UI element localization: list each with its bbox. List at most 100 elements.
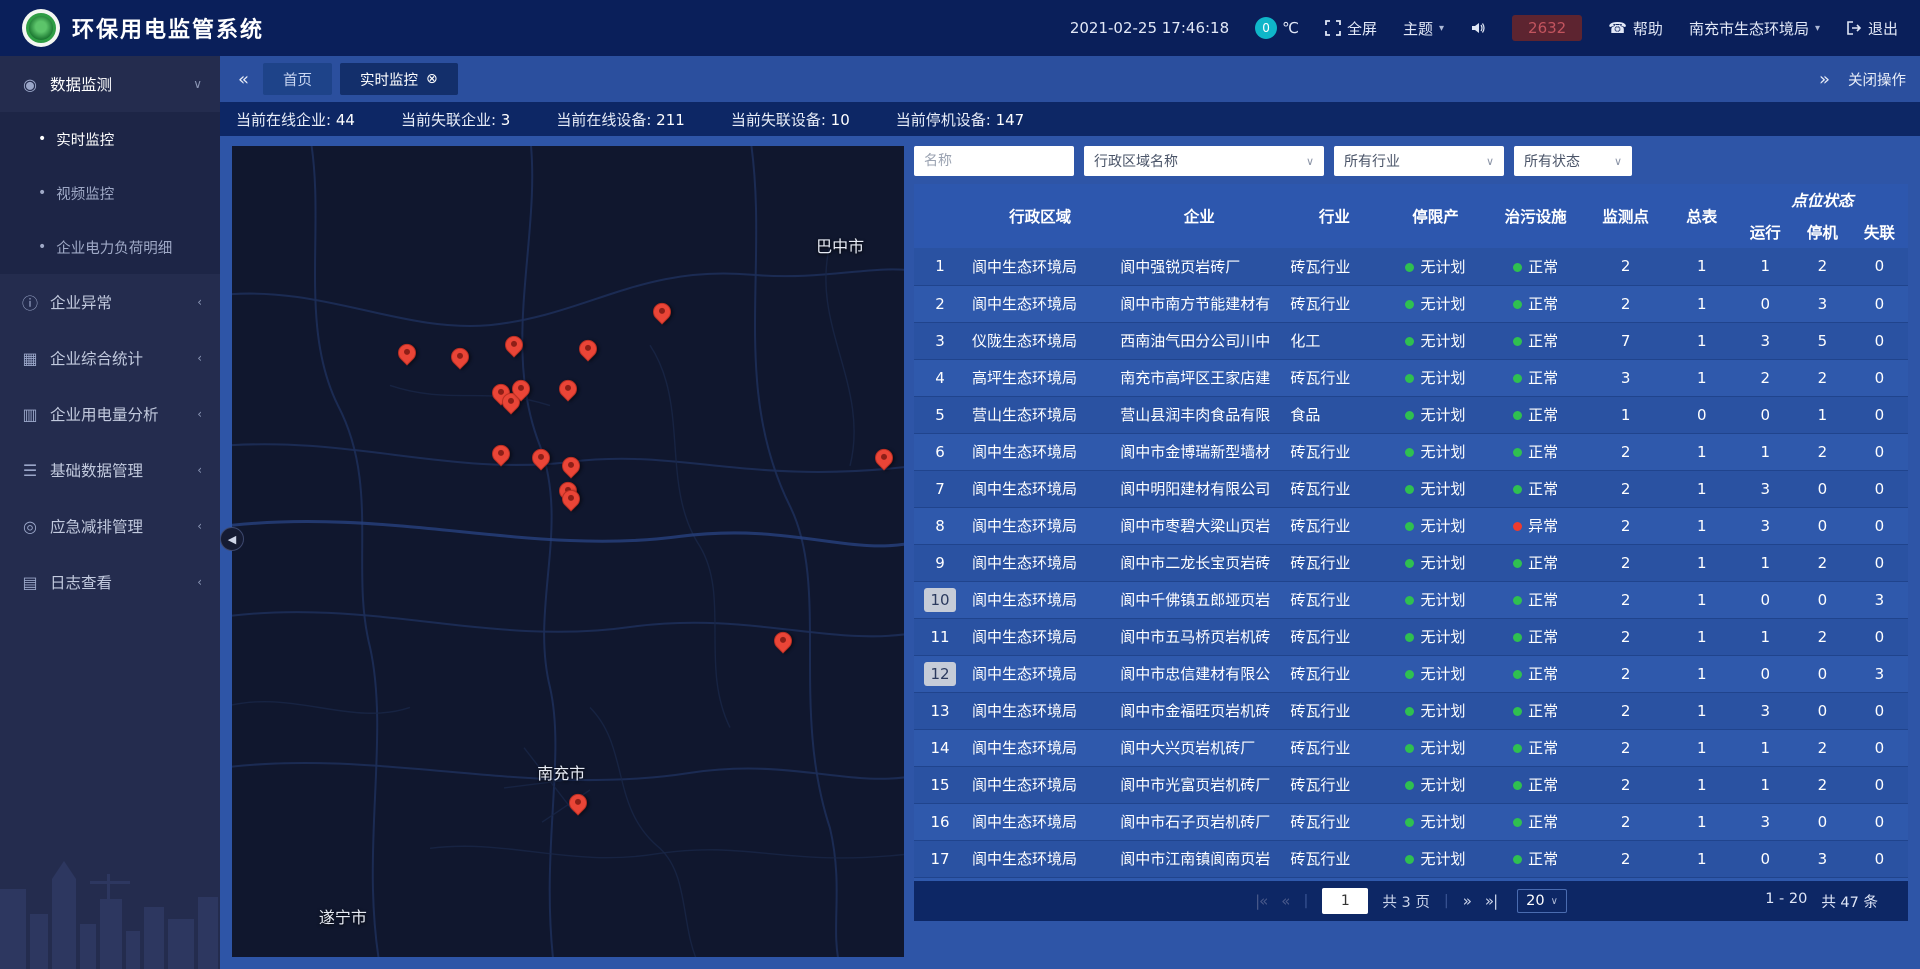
table-row[interactable]: 14阆中生态环境局阆中大兴页岩机砖厂砖瓦行业无计划正常21120	[914, 729, 1908, 766]
cell-points: 2	[1585, 729, 1667, 766]
alarm-count-badge[interactable]: 2632	[1512, 15, 1582, 41]
logout-button[interactable]: 退出	[1846, 18, 1898, 39]
sidebar-subitem[interactable]: •视频监控	[0, 166, 220, 220]
cell-lost: 0	[1851, 433, 1908, 470]
chevron-down-icon: ∨	[1306, 155, 1314, 168]
cell-run: 0	[1737, 840, 1794, 877]
sidebar-item-emergency-reduction[interactable]: ◎应急减排管理‹	[0, 498, 220, 554]
fullscreen-label: 全屏	[1347, 18, 1377, 39]
table-row[interactable]: 7阆中生态环境局阆中明阳建材有限公司砖瓦行业无计划正常21300	[914, 470, 1908, 507]
status-dot	[1405, 670, 1414, 679]
cell-facility-status: 正常	[1487, 248, 1585, 285]
table-row[interactable]: 6阆中生态环境局阆中市金博瑞新型墙材砖瓦行业无计划正常21120	[914, 433, 1908, 470]
cell-lost: 0	[1851, 322, 1908, 359]
help-button[interactable]: ☎ 帮助	[1608, 18, 1663, 39]
cell-points: 2	[1585, 692, 1667, 729]
table-row[interactable]: 4高坪生态环境局南充市高坪区王家店建砖瓦行业无计划正常31220	[914, 359, 1908, 396]
row-index: 12	[924, 662, 956, 686]
table-row[interactable]: 13阆中生态环境局阆中市金福旺页岩机砖砖瓦行业无计划正常21300	[914, 692, 1908, 729]
row-index: 9	[924, 551, 956, 575]
cell-meter: 1	[1667, 803, 1737, 840]
map-pin[interactable]	[398, 344, 416, 362]
table-row[interactable]: 10阆中生态环境局阆中千佛镇五郎垭页岩砖瓦行业无计划正常21003	[914, 581, 1908, 618]
tabs-forward-button[interactable]: »	[1815, 69, 1834, 90]
sidebar-item-company-abnormal[interactable]: ⓘ企业异常‹	[0, 274, 220, 330]
theme-label: 主题	[1403, 18, 1433, 39]
cell-company: 阆中千佛镇五郎垭页岩	[1114, 581, 1284, 618]
sidebar-item-base-data[interactable]: ☰基础数据管理‹	[0, 442, 220, 498]
table-row[interactable]: 12阆中生态环境局阆中市忠信建材有限公砖瓦行业无计划正常21003	[914, 655, 1908, 692]
table-row[interactable]: 16阆中生态环境局阆中市石子页岩机砖厂砖瓦行业无计划正常21300	[914, 803, 1908, 840]
map-pin[interactable]	[505, 336, 523, 354]
sidebar-item-company-statistics[interactable]: ▦企业综合统计‹	[0, 330, 220, 386]
map-panel: 巴中市南充市遂宁市 ◀	[232, 146, 904, 957]
region-filter-select[interactable]: 行政区域名称 ∨	[1084, 146, 1324, 176]
map-pin[interactable]	[569, 794, 587, 812]
cell-points: 2	[1585, 766, 1667, 803]
map-pin[interactable]	[562, 490, 580, 508]
map-pin[interactable]	[653, 303, 671, 321]
table-row[interactable]: 15阆中生态环境局阆中市光富页岩机砖厂砖瓦行业无计划正常21120	[914, 766, 1908, 803]
sidebar-item-log-view[interactable]: ▤日志查看‹	[0, 554, 220, 610]
cell-limit-status: 无计划	[1384, 729, 1486, 766]
map-pin[interactable]	[579, 340, 597, 358]
speaker-button[interactable]	[1470, 20, 1486, 36]
first-page-button[interactable]: |«	[1255, 892, 1267, 910]
sidebar-subitem[interactable]: •企业电力负荷明细	[0, 220, 220, 274]
page-size-select[interactable]: 20 ∨	[1517, 889, 1567, 913]
cell-stop: 0	[1794, 803, 1851, 840]
tab-首页[interactable]: 首页	[263, 63, 332, 95]
cell-facility-status: 正常	[1487, 692, 1585, 729]
cell-stop: 2	[1794, 544, 1851, 581]
map-pin[interactable]	[492, 445, 510, 463]
org-dropdown[interactable]: 南充市生态环境局 ▾	[1689, 18, 1820, 39]
bullet-icon: •	[38, 239, 46, 255]
caret-down-icon: ▾	[1439, 23, 1444, 34]
cell-limit-status: 无计划	[1384, 803, 1486, 840]
table-row[interactable]: 8阆中生态环境局阆中市枣碧大梁山页岩砖瓦行业无计划异常21300	[914, 507, 1908, 544]
cell-facility-status: 正常	[1487, 803, 1585, 840]
close-operations-button[interactable]: 关闭操作	[1848, 69, 1906, 90]
prev-page-button[interactable]: «	[1281, 892, 1289, 910]
map-pin[interactable]	[562, 457, 580, 475]
status-filter-select[interactable]: 所有状态 ∨	[1514, 146, 1632, 176]
cell-lost: 0	[1851, 803, 1908, 840]
row-index: 8	[924, 514, 956, 538]
page-number-input[interactable]	[1322, 888, 1368, 914]
last-page-button[interactable]: »|	[1485, 892, 1497, 910]
table-body: 1阆中生态环境局阆中强锐页岩砖厂砖瓦行业无计划正常211202阆中生态环境局阆中…	[914, 248, 1908, 881]
cell-facility-status: 正常	[1487, 359, 1585, 396]
map-pin[interactable]	[559, 380, 577, 398]
next-page-button[interactable]: »	[1463, 892, 1471, 910]
sidebar-item-power-analysis[interactable]: ▥企业用电量分析‹	[0, 386, 220, 442]
table-row[interactable]: 17阆中生态环境局阆中市江南镇阆南页岩砖瓦行业无计划正常21030	[914, 840, 1908, 877]
table-row[interactable]: 11阆中生态环境局阆中市五马桥页岩机砖砖瓦行业无计划正常21120	[914, 618, 1908, 655]
map-pin[interactable]	[532, 449, 550, 467]
table-row[interactable]: 5营山生态环境局营山县润丰肉食品有限食品无计划正常10010	[914, 396, 1908, 433]
sidebar-item-data-monitor[interactable]: ◉数据监测∨	[0, 56, 220, 112]
map-canvas[interactable]: 巴中市南充市遂宁市	[232, 146, 904, 957]
fullscreen-button[interactable]: 全屏	[1325, 18, 1377, 39]
map-pin[interactable]	[451, 348, 469, 366]
industry-filter-select[interactable]: 所有行业 ∨	[1334, 146, 1504, 176]
status-dot	[1513, 670, 1522, 679]
map-pin[interactable]	[512, 380, 530, 398]
cell-lost: 3	[1851, 581, 1908, 618]
map-collapse-button[interactable]: ◀	[220, 527, 244, 551]
tab-实时监控[interactable]: 实时监控⊗	[340, 63, 458, 95]
table-row[interactable]: 3仪陇生态环境局西南油气田分公司川中化工无计划正常71350	[914, 322, 1908, 359]
cell-region: 阆中生态环境局	[966, 655, 1114, 692]
tabs-back-button[interactable]: «	[234, 69, 253, 90]
cell-limit-status: 无计划	[1384, 581, 1486, 618]
sidebar-subitem[interactable]: •实时监控	[0, 112, 220, 166]
table-row[interactable]: 1阆中生态环境局阆中强锐页岩砖厂砖瓦行业无计划正常21120	[914, 248, 1908, 285]
tab-close-icon[interactable]: ⊗	[426, 71, 438, 87]
name-filter-input[interactable]	[914, 146, 1074, 176]
table-row[interactable]: 9阆中生态环境局阆中市二龙长宝页岩砖砖瓦行业无计划正常21120	[914, 544, 1908, 581]
table-row[interactable]: 2阆中生态环境局阆中市南方节能建材有砖瓦行业无计划正常21030	[914, 285, 1908, 322]
map-pin[interactable]	[875, 449, 893, 467]
chevron-left-icon: ‹	[197, 407, 202, 421]
cell-points: 2	[1585, 655, 1667, 692]
theme-dropdown[interactable]: 主题 ▾	[1403, 18, 1444, 39]
map-pin[interactable]	[774, 632, 792, 650]
